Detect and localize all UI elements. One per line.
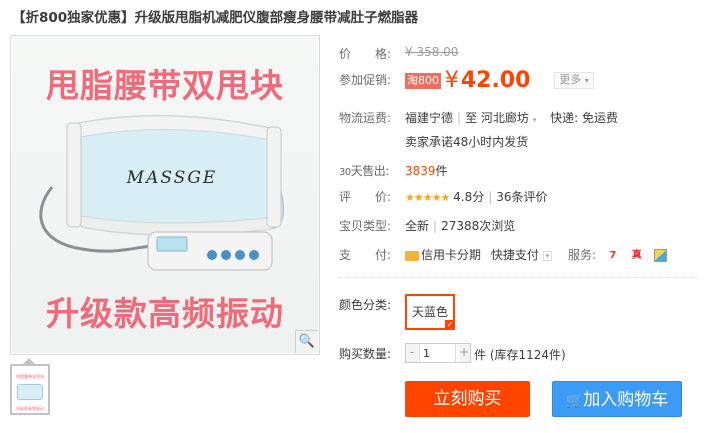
- service-label: 服务:: [568, 248, 597, 262]
- fast-pay[interactable]: 快捷支付: [491, 248, 539, 262]
- view-count: 27388次浏览: [441, 219, 516, 233]
- chevron-down-icon[interactable]: ▾: [542, 250, 553, 261]
- shipping-row: 物流运费: 福建宁德 | 至 河北廊坊 ▾ 快递: 免运费: [339, 111, 618, 125]
- zoom-icon[interactable]: 🔍: [295, 330, 318, 353]
- selected-check-icon: ✓: [445, 320, 455, 330]
- quantity-stepper: - +: [405, 343, 471, 363]
- product-image[interactable]: 甩脂腰带双甩块 MASSGE 升级款高频振动 🔍: [10, 35, 320, 355]
- more-promos-button[interactable]: 更多 ▾: [554, 72, 594, 89]
- thumbnail-promo-top: 甩脂腰带双甩块: [16, 374, 44, 379]
- rating-label: 评 价:: [339, 190, 392, 204]
- item-condition: 全新: [405, 219, 430, 233]
- star-rating: ★★★★★: [405, 191, 450, 204]
- genuine-guarantee-icon[interactable]: 真: [630, 249, 644, 263]
- original-price: ¥ 358.00: [405, 45, 459, 59]
- ship-from: 福建宁德: [405, 111, 454, 125]
- thumbnail-image[interactable]: 甩脂腰带双甩块 升级款高频振动: [10, 364, 50, 415]
- product-title: 【折800独家优惠】升级版甩脂机减肥仪腹部瘦身腰带减肚子燃脂器: [12, 10, 419, 26]
- chevron-down-icon: ▾: [532, 116, 537, 124]
- increase-button[interactable]: +: [458, 344, 470, 362]
- shipping-label: 物流运费:: [339, 111, 392, 125]
- sales-days: 30: [339, 167, 351, 178]
- currency-symbol: ¥: [444, 67, 459, 93]
- add-to-cart-button[interactable]: 🛒加入购物车: [552, 381, 682, 417]
- buy-now-button[interactable]: 立刻购买: [405, 381, 530, 417]
- color-option-label: 天蓝色: [411, 305, 448, 319]
- sales-row: 30天售出: 3839件: [339, 162, 448, 179]
- payment-row: 支 付: 信用卡分期 快捷支付 ▾ 服务: 7 真: [339, 246, 667, 263]
- rating-score: 4.8分: [453, 190, 485, 204]
- thumbnail-belt: [17, 384, 43, 400]
- image-promo-bottom: 升级款高频振动: [46, 294, 284, 333]
- credit-installment[interactable]: 信用卡分期: [421, 248, 481, 262]
- color-label: 颜色分类:: [339, 298, 392, 312]
- sales-count: 3839: [405, 164, 436, 178]
- cart-icon: 🛒: [565, 393, 584, 409]
- quantity-label: 购买数量:: [339, 347, 392, 361]
- color-option-sky-blue[interactable]: 天蓝色 ✓: [405, 294, 455, 330]
- price-label: 价 格:: [339, 47, 392, 61]
- price-row: 价 格: ¥ 358.00: [339, 45, 458, 62]
- section-divider: [339, 277, 699, 278]
- promo-price: 42.00: [460, 67, 531, 93]
- stock-info: 件 (库存1124件): [474, 348, 566, 362]
- chevron-down-icon: ▾: [584, 76, 589, 85]
- item-type-label: 宝贝类型:: [339, 219, 392, 233]
- express-fee: 快递: 免运费: [550, 111, 618, 125]
- quantity-input[interactable]: [419, 344, 456, 362]
- credit-card-icon: [405, 250, 419, 261]
- item-type-row: 宝贝类型: 全新 | 27388次浏览: [339, 219, 516, 233]
- rating-row: 评 价: ★★★★★ 4.8分 | 36条评价: [339, 190, 548, 204]
- promo-badge: 淘800: [405, 72, 441, 89]
- decrease-button[interactable]: -: [406, 344, 418, 362]
- review-count-link[interactable]: 36条评价: [496, 190, 547, 204]
- ship-promise: 卖家承诺48小时内发货: [405, 135, 529, 149]
- promo-row: 参加促销: 淘800 ¥42.00 更多 ▾: [339, 67, 594, 93]
- belt-brand-text: MASSGE: [126, 168, 218, 188]
- thumbnail-promo-bottom: 升级款高频振动: [16, 406, 44, 411]
- sales-unit: 件: [435, 164, 448, 178]
- payment-label: 支 付:: [339, 248, 392, 262]
- promo-label: 参加促销:: [339, 73, 392, 87]
- sales-label: 天售出:: [350, 164, 390, 178]
- credit-card-service-icon[interactable]: [653, 249, 667, 262]
- seven-day-return-icon[interactable]: 7: [606, 249, 620, 263]
- ship-to-prefix: 至: [465, 111, 478, 125]
- ship-to-selector[interactable]: 河北廊坊 ▾: [481, 111, 536, 125]
